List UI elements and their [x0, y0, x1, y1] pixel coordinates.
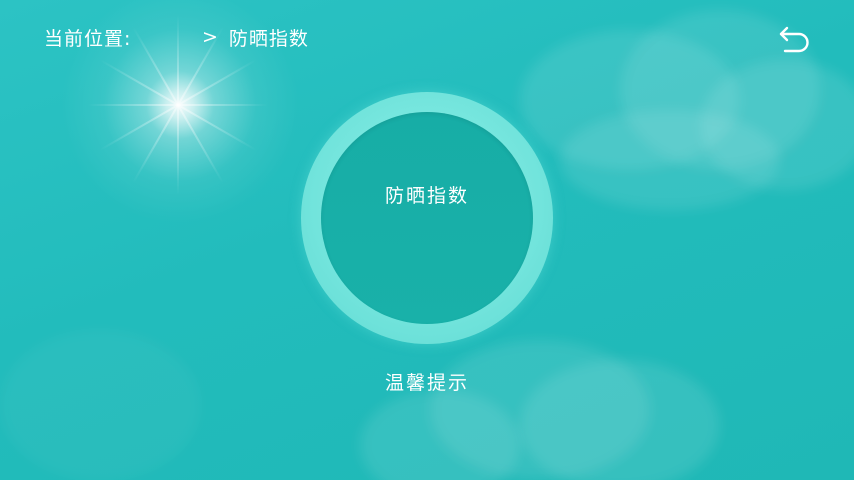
breadcrumb-current: 防晒指数: [228, 27, 309, 50]
weather-screen: 当前位置: > 防晒指数 防晒指数 温馨提示: [0, 0, 854, 480]
warm-tips-label: 温馨提示: [384, 372, 469, 394]
sunscreen-index-ring: 防晒指数: [301, 92, 553, 344]
sunscreen-index-title: 防晒指数: [384, 185, 469, 207]
cloud-decoration: [560, 110, 780, 210]
breadcrumb-separator: >: [202, 26, 219, 48]
sunscreen-index-panel: 防晒指数: [321, 112, 533, 324]
breadcrumb: 当前位置: > 防晒指数: [44, 24, 309, 50]
back-button[interactable]: [776, 22, 814, 58]
location-label: 当前位置:: [44, 27, 132, 50]
back-arrow-icon: [779, 26, 809, 53]
cloud-decoration: [520, 360, 720, 480]
cloud-decoration: [0, 330, 200, 480]
